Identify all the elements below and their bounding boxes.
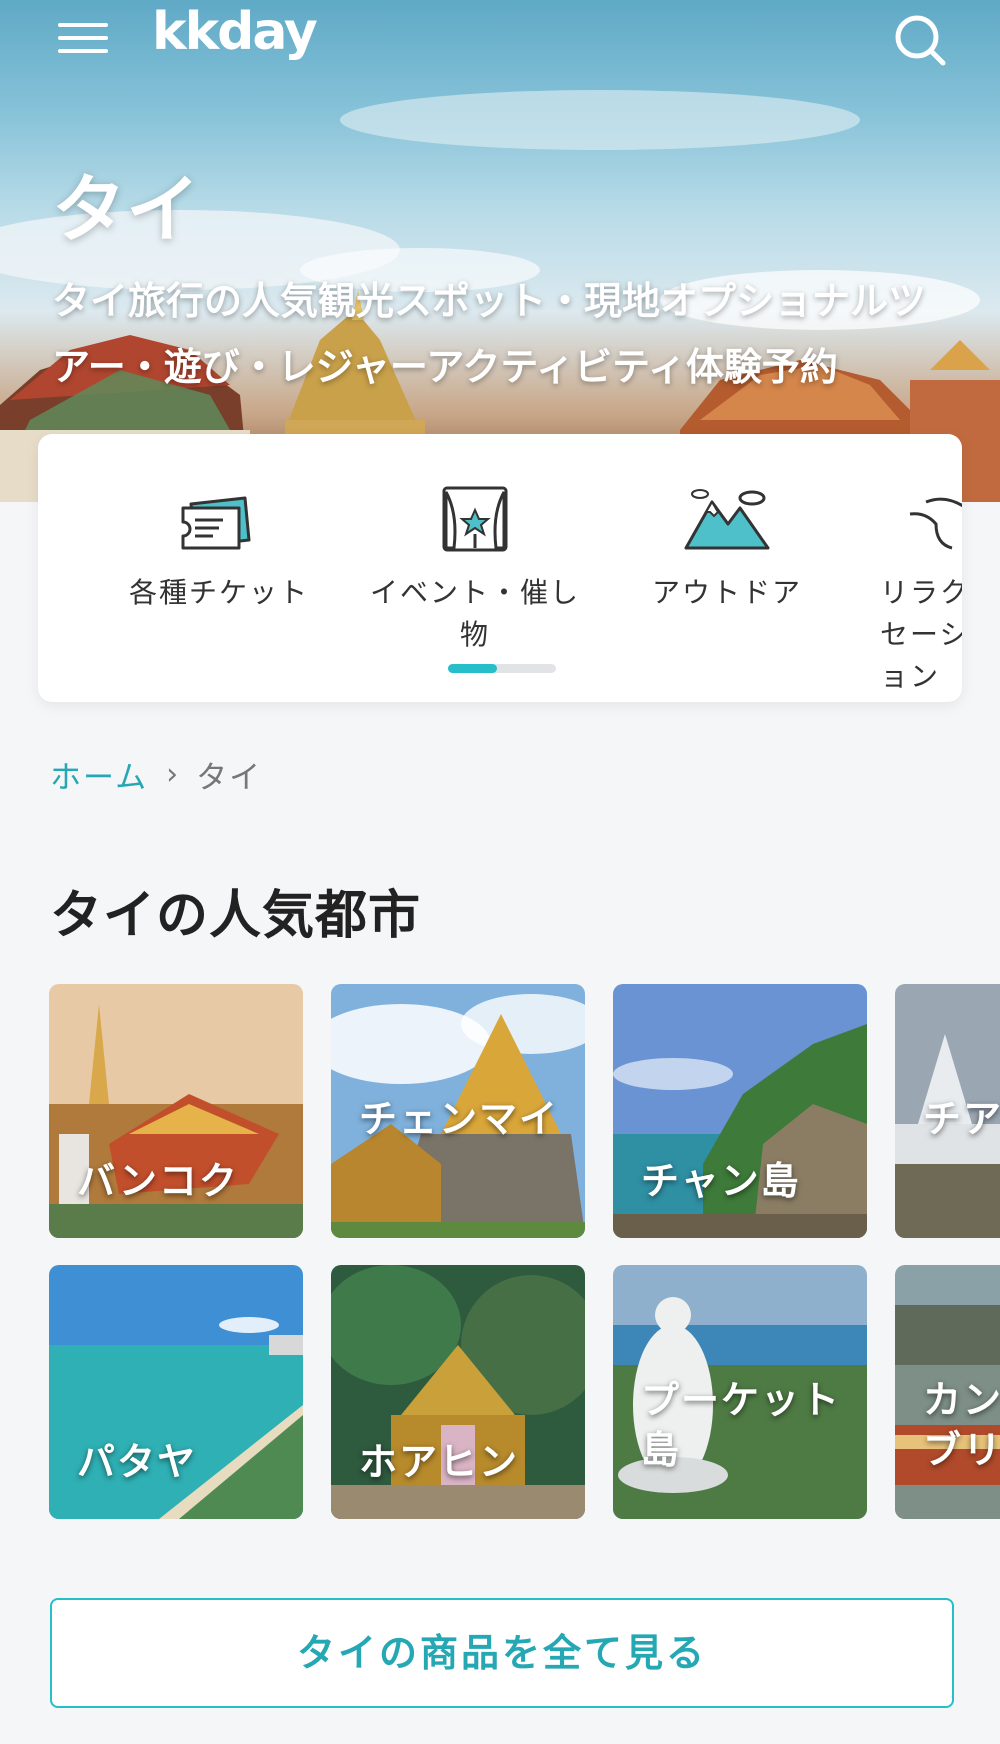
- city-name: バンコク: [77, 1159, 239, 1203]
- city-card-hua-hin[interactable]: ホアヒン: [331, 1265, 585, 1519]
- category-label: リラクセーション: [880, 576, 962, 693]
- city-card-koh-chang[interactable]: チャン島: [613, 984, 867, 1238]
- hero-banner: kkday タイ タイ旅行の人気観光スポット・現地オプショナルツアー・遊び・レジ…: [0, 0, 1000, 502]
- category-carousel[interactable]: 各種チケット イベント・催し物 アウトドア リラクセーション: [38, 434, 962, 702]
- city-name: カンチャナブリー: [923, 1378, 1000, 1472]
- city-name: プーケット島: [641, 1378, 842, 1472]
- city-name: チアンライ: [923, 1097, 1000, 1141]
- category-tickets[interactable]: 各種チケット: [114, 484, 324, 614]
- category-label: アウトドア: [651, 576, 802, 609]
- search-icon[interactable]: [892, 12, 948, 68]
- menu-line: [58, 23, 108, 27]
- menu-line: [58, 36, 108, 40]
- hamburger-menu-icon[interactable]: [58, 18, 108, 62]
- top-navigation-bar: kkday: [0, 0, 1000, 80]
- view-all-products-button[interactable]: タイの商品を全て見る: [50, 1598, 954, 1708]
- chevron-right-icon: ›: [166, 757, 179, 792]
- popular-cities-heading: タイの人気都市: [50, 886, 422, 946]
- ticket-icon: [181, 496, 251, 550]
- city-name: チャン島: [641, 1159, 801, 1203]
- page-title: タイ: [52, 167, 200, 253]
- city-card-kanchanaburi[interactable]: カンチャナブリー: [895, 1265, 1000, 1519]
- carousel-scroll-thumb: [448, 664, 497, 673]
- category-outdoor[interactable]: アウトドア: [622, 484, 832, 614]
- city-card-chiang-rai[interactable]: チアンライ: [895, 984, 1000, 1238]
- breadcrumb-current: タイ: [196, 760, 263, 796]
- breadcrumb: ホーム › タイ: [50, 752, 262, 797]
- city-card-chiang-mai[interactable]: チェンマイ: [331, 984, 585, 1238]
- city-card-bangkok[interactable]: バンコク: [49, 984, 303, 1238]
- city-grid: バンコク チェンマイ チャン島 チアンライ: [0, 984, 1000, 1519]
- spa-icon: [909, 497, 962, 550]
- page-subtitle: タイ旅行の人気観光スポット・現地オプショナルツアー・遊び・レジャーアクティビティ…: [52, 279, 927, 389]
- category-label: 各種チケット: [128, 576, 309, 609]
- city-name: ホアヒン: [359, 1440, 520, 1484]
- city-card-pattaya[interactable]: パタヤ: [49, 1265, 303, 1519]
- category-label: イベント・催し物: [370, 576, 581, 651]
- breadcrumb-home-link[interactable]: ホーム: [50, 752, 148, 797]
- mountain-icon: [684, 489, 770, 550]
- carousel-scroll-indicator: [448, 664, 556, 673]
- city-card-phuket[interactable]: プーケット島: [613, 1265, 867, 1519]
- kkday-logo[interactable]: kkday: [152, 2, 318, 62]
- theater-stage-icon: [442, 486, 508, 552]
- city-name: パタヤ: [77, 1440, 198, 1484]
- city-name: チェンマイ: [359, 1097, 560, 1141]
- category-events[interactable]: イベント・催し物: [370, 484, 580, 656]
- menu-line: [58, 49, 108, 53]
- category-relaxation[interactable]: リラクセーション: [846, 484, 962, 698]
